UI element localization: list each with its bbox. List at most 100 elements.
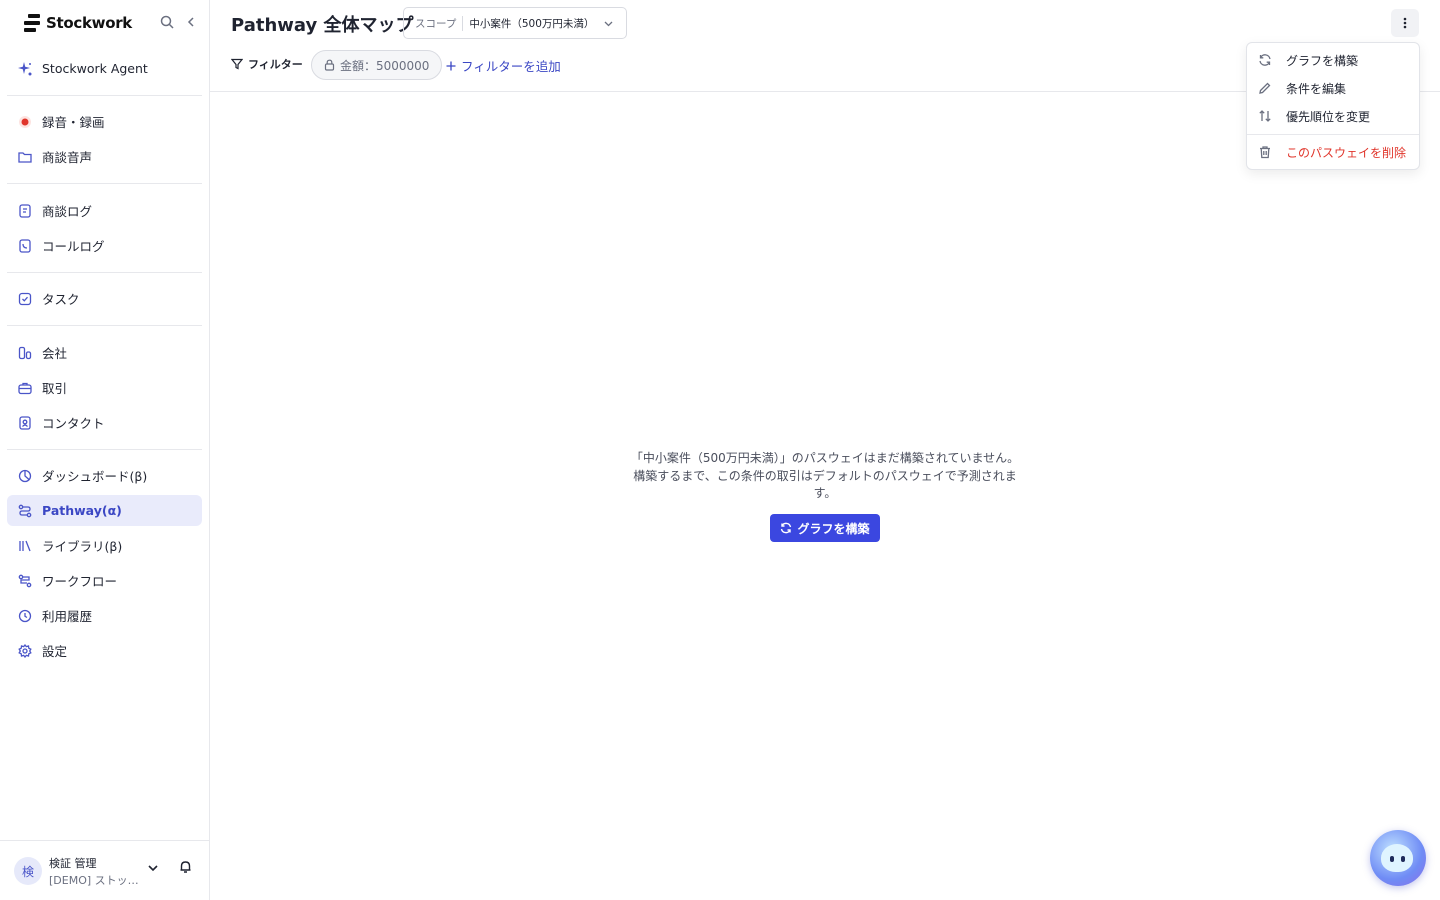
add-filter-button[interactable]: フィルターを追加 (445, 56, 561, 75)
sidebar-item-pathway[interactable]: Pathway(α) (7, 495, 202, 526)
brand-logo[interactable]: Stockwork (24, 12, 132, 34)
sidebar-item-label: 取引 (42, 381, 68, 396)
bot-face-icon (1381, 844, 1413, 872)
sidebar-item-workflow[interactable]: ワークフロー (7, 565, 202, 596)
menu-item-label: グラフを構築 (1286, 53, 1359, 68)
trash-icon (1258, 145, 1272, 159)
folder-icon (18, 150, 32, 164)
sidebar-divider (7, 183, 202, 184)
scope-select[interactable]: スコープ 中小案件（500万円未満） (403, 7, 627, 39)
briefcase-icon (18, 381, 32, 395)
sidebar-item-deals[interactable]: 取引 (7, 372, 202, 403)
sidebar-item-call-log[interactable]: コールログ (7, 230, 202, 261)
filter-chip-label: 金額：5000000 (340, 58, 430, 73)
building-icon (18, 346, 32, 360)
clock-icon (18, 609, 32, 623)
chart-icon (18, 469, 32, 483)
brand-name: Stockwork (46, 14, 132, 32)
sidebar-item-library[interactable]: ライブラリ(β) (7, 530, 202, 561)
sidebar-item-label: 会社 (42, 346, 68, 361)
menu-item-edit-conditions[interactable]: 条件を編集 (1247, 74, 1419, 102)
menu-item-build-graph[interactable]: グラフを構築 (1247, 46, 1419, 74)
sidebar-item-usage-history[interactable]: 利用履歴 (7, 600, 202, 631)
bot-eye-icon (1401, 856, 1405, 862)
stockwork-logo-icon (24, 14, 40, 32)
menu-item-delete-pathway[interactable]: このパスウェイを削除 (1247, 138, 1419, 166)
more-vertical-icon (1403, 16, 1407, 30)
scope-label: スコープ (415, 15, 464, 31)
menu-item-label: 条件を編集 (1286, 81, 1347, 96)
sidebar-item-stockwork-agent[interactable]: Stockwork Agent (7, 53, 202, 84)
bot-eye-icon (1390, 856, 1394, 862)
sidebar-divider (7, 449, 202, 450)
menu-divider (1247, 134, 1419, 135)
avatar[interactable]: 検 (14, 857, 42, 885)
phone-icon (18, 238, 32, 253)
sidebar-item-label: タスク (42, 292, 80, 307)
sidebar-divider (7, 272, 202, 273)
user-organization: [DEMO] ストックワーク株式会社 (49, 874, 144, 887)
filter-icon (231, 58, 243, 70)
sidebar-item-dashboard[interactable]: ダッシュボード(β) (7, 460, 202, 491)
sidebar-group-tasks: タスク (7, 283, 202, 314)
more-options-menu: グラフを構築 条件を編集 優先順位を変更 このパスウェイを削除 (1246, 42, 1420, 170)
sidebar-item-label: 商談音声 (42, 150, 93, 165)
sparkle-icon (18, 61, 32, 76)
sidebar-item-settings[interactable]: 設定 (7, 635, 202, 666)
filter-label: フィルター (248, 58, 303, 71)
plus-icon (445, 60, 457, 72)
chevron-down-icon (603, 18, 614, 29)
sidebar-item-contacts[interactable]: コンタクト (7, 407, 202, 438)
sidebar-group-tools: ダッシュボード(β) Pathway(α) ライブラリ(β) ワークフロー 利用… (7, 460, 202, 666)
collapse-sidebar-icon[interactable] (184, 14, 202, 32)
sort-icon (1258, 109, 1272, 123)
sidebar-nav-agent: Stockwork Agent (7, 53, 202, 84)
sidebar-item-recording[interactable]: 録音・録画 (7, 106, 202, 137)
pathway-icon (18, 504, 32, 518)
search-icon[interactable] (159, 14, 177, 32)
sidebar-item-label: ライブラリ(β) (42, 539, 123, 554)
bell-icon[interactable] (178, 859, 193, 874)
document-icon (18, 203, 32, 218)
sidebar-group-recording: 録音・録画 商談音声 (7, 106, 202, 172)
sidebar-item-sales-log[interactable]: 商談ログ (7, 195, 202, 226)
filter-chip-amount[interactable]: 金額：5000000 (311, 50, 443, 80)
refresh-icon (780, 522, 792, 534)
sidebar-item-tasks[interactable]: タスク (7, 283, 202, 314)
contact-icon (18, 415, 32, 430)
filter-toggle[interactable]: フィルター (231, 56, 303, 72)
add-filter-label: フィルターを追加 (461, 59, 561, 74)
lock-icon (324, 59, 335, 71)
sidebar-divider (7, 95, 202, 96)
sidebar-item-label: 商談ログ (42, 204, 93, 219)
page-title: Pathway 全体マップ (231, 15, 414, 36)
sidebar-item-label: Stockwork Agent (42, 61, 148, 76)
menu-item-change-priority[interactable]: 優先順位を変更 (1247, 102, 1419, 130)
scope-value: 中小案件（500万円未満） (469, 17, 595, 30)
library-icon (18, 539, 32, 553)
sidebar-item-label: 録音・録画 (42, 115, 105, 130)
sidebar-item-label: Pathway(α) (42, 503, 122, 518)
sidebar-item-label: コールログ (42, 239, 105, 254)
pencil-icon (1258, 81, 1272, 95)
sidebar-item-companies[interactable]: 会社 (7, 337, 202, 368)
sidebar: Stockwork Stockwork Agent 録音・録画 商談音声 商談ロ… (0, 0, 210, 900)
checkbox-icon (18, 292, 32, 306)
empty-state-message: 「中小案件（500万円未満）」のパスウェイはまだ構築されていません。 構築するま… (630, 451, 1020, 500)
gear-icon (18, 643, 32, 658)
sidebar-item-label: ワークフロー (42, 574, 118, 589)
sidebar-item-sales-audio[interactable]: 商談音声 (7, 141, 202, 172)
sidebar-item-label: コンタクト (42, 416, 105, 431)
menu-item-label: このパスウェイを削除 (1286, 145, 1407, 160)
user-name: 検証 管理 (49, 857, 97, 870)
chevron-down-icon[interactable] (146, 861, 160, 875)
workflow-icon (18, 574, 32, 588)
more-options-button[interactable] (1391, 9, 1419, 37)
menu-item-label: 優先順位を変更 (1286, 109, 1371, 124)
sidebar-group-crm: 会社 取引 コンタクト (7, 337, 202, 438)
build-graph-label: グラフを構築 (797, 521, 870, 536)
build-graph-button[interactable]: グラフを構築 (770, 514, 880, 542)
sidebar-divider (7, 325, 202, 326)
assistant-bot-button[interactable] (1370, 830, 1426, 886)
refresh-icon (1258, 53, 1272, 67)
